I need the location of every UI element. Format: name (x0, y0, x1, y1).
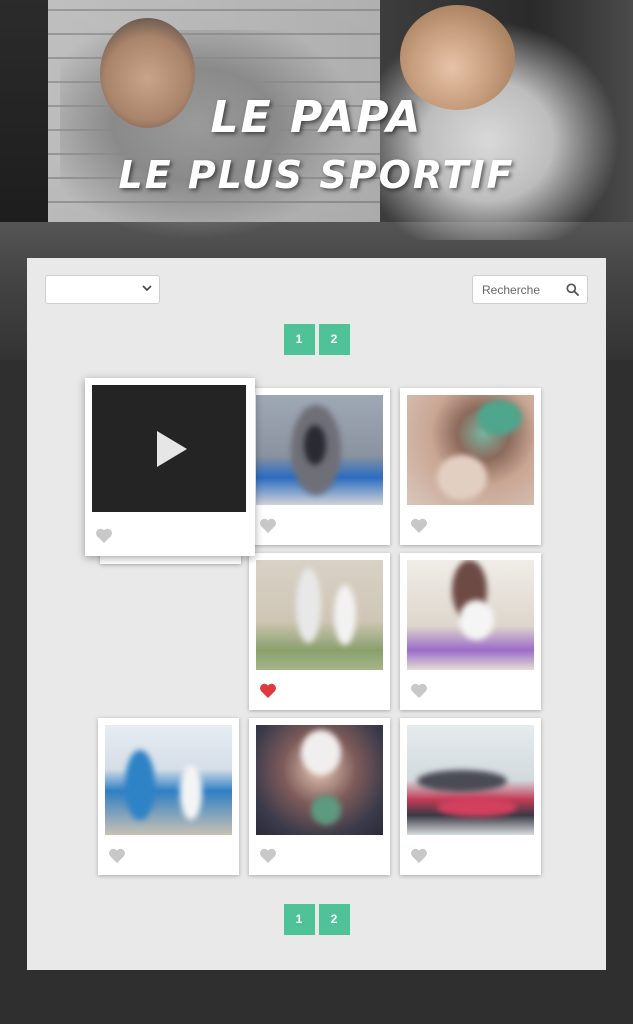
gallery-panel: 12 (27, 258, 606, 970)
gallery-card[interactable] (400, 553, 541, 710)
hero-title-line1: Le Papa (210, 92, 423, 143)
photo-thumbnail[interactable] (407, 725, 534, 835)
heart-icon[interactable] (410, 518, 428, 534)
heart-icon-liked[interactable] (259, 683, 277, 699)
gallery-card[interactable] (98, 718, 239, 875)
pagination-bottom: 12 (27, 904, 606, 935)
photo-thumbnail[interactable] (105, 725, 232, 835)
video-card[interactable] (85, 378, 255, 556)
heart-icon[interactable] (410, 683, 428, 699)
heart-icon[interactable] (108, 848, 126, 864)
heart-icon[interactable] (410, 848, 428, 864)
photo-thumbnail[interactable] (256, 560, 383, 670)
search-input[interactable] (473, 276, 572, 303)
hero-title-line2: Le Plus Sportif (118, 153, 515, 197)
gallery-card[interactable] (249, 718, 390, 875)
page-button-2[interactable]: 2 (318, 324, 350, 355)
play-icon[interactable] (157, 431, 187, 467)
gallery-card[interactable] (400, 718, 541, 875)
photo-thumbnail[interactable] (407, 560, 534, 670)
page-button-1[interactable]: 1 (283, 904, 315, 935)
page-button-2[interactable]: 2 (318, 904, 350, 935)
gallery-card[interactable] (249, 388, 390, 545)
search-box (472, 275, 588, 304)
heart-icon[interactable] (259, 518, 277, 534)
gallery-card[interactable] (249, 553, 390, 710)
gallery-card[interactable] (400, 388, 541, 545)
page-button-1[interactable]: 1 (283, 324, 315, 355)
chevron-down-icon (142, 283, 152, 296)
photo-thumbnail[interactable] (256, 725, 383, 835)
photo-thumbnail[interactable] (256, 395, 383, 505)
filter-select[interactable] (45, 275, 160, 304)
video-thumbnail[interactable] (92, 385, 246, 512)
pagination-top: 12 (27, 324, 606, 355)
heart-icon[interactable] (95, 528, 113, 544)
photo-thumbnail[interactable] (407, 395, 534, 505)
search-icon[interactable] (566, 283, 579, 296)
heart-icon[interactable] (259, 848, 277, 864)
